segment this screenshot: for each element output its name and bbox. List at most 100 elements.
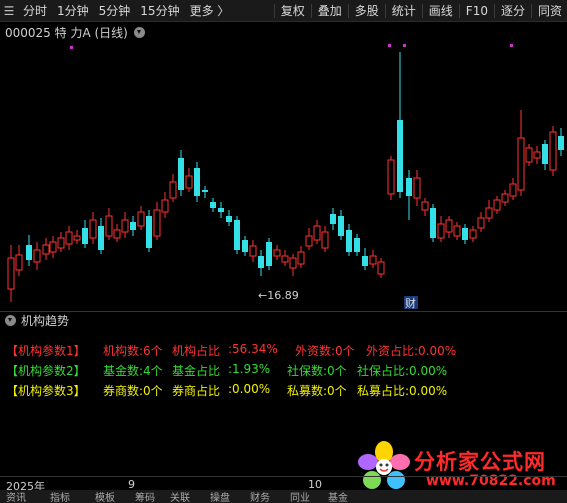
candle-body[interactable] — [57, 237, 65, 249]
candle-body[interactable] — [273, 249, 281, 257]
candle-body[interactable] — [462, 228, 468, 240]
overlay-button[interactable]: 叠加 — [313, 0, 347, 22]
candle-body[interactable] — [558, 136, 564, 150]
candle-body[interactable] — [305, 235, 313, 247]
candle-body[interactable] — [281, 255, 289, 263]
tab-related[interactable]: 关联 — [170, 490, 190, 503]
candle-body[interactable] — [330, 214, 336, 224]
candle-body[interactable] — [469, 229, 477, 239]
tab-trading[interactable]: 操盘 — [210, 490, 230, 503]
candle-body[interactable] — [234, 220, 240, 250]
candle-body[interactable] — [397, 120, 403, 192]
candle-body[interactable] — [533, 151, 541, 159]
candle-body[interactable] — [42, 244, 50, 255]
candle-body[interactable] — [15, 254, 23, 271]
candle-body[interactable] — [130, 222, 136, 230]
candle-body[interactable] — [377, 261, 385, 275]
event-marker[interactable] — [388, 44, 391, 47]
tab-chips[interactable]: 筹码 — [135, 490, 155, 503]
candle-body[interactable] — [242, 240, 248, 252]
candle-body[interactable] — [194, 168, 200, 196]
candle-body[interactable] — [169, 181, 177, 199]
event-marker[interactable] — [403, 44, 406, 47]
period-1min-button[interactable]: 1分钟 — [52, 0, 94, 22]
candle-body[interactable] — [210, 202, 216, 208]
period-5min-button[interactable]: 5分钟 — [94, 0, 136, 22]
title-dropdown-icon[interactable] — [133, 26, 145, 38]
candle-body[interactable] — [517, 137, 525, 191]
period-more-button[interactable]: 更多 〉 — [185, 0, 235, 22]
tab-finance[interactable]: 财务 — [250, 490, 270, 503]
candle-body[interactable] — [185, 175, 193, 189]
statistics-button[interactable]: 统计 — [387, 0, 421, 22]
same-capital-button[interactable]: 同资 — [533, 0, 567, 22]
candle-body[interactable] — [161, 199, 169, 213]
candle-body[interactable] — [453, 225, 461, 237]
candle-body[interactable] — [105, 215, 113, 237]
event-marker[interactable] — [510, 44, 513, 47]
candle-body[interactable] — [49, 241, 57, 253]
candle-body[interactable] — [346, 230, 352, 252]
candle-body[interactable] — [202, 190, 208, 192]
adjust-price-button[interactable]: 复权 — [276, 0, 310, 22]
candle-body[interactable] — [542, 144, 548, 164]
candle-body[interactable] — [493, 199, 501, 211]
candle-body[interactable] — [445, 219, 453, 233]
candle-body[interactable] — [89, 219, 97, 239]
tab-peers[interactable]: 同业 — [290, 490, 310, 503]
candle-body[interactable] — [413, 177, 421, 199]
candle-body[interactable] — [501, 193, 509, 203]
multi-stock-button[interactable]: 多股 — [350, 0, 384, 22]
candle-body[interactable] — [406, 178, 412, 196]
candle-body[interactable] — [354, 238, 360, 252]
candle-body[interactable] — [321, 231, 329, 249]
candle-body[interactable] — [525, 147, 533, 163]
period-intraday-button[interactable]: 分时 — [18, 0, 52, 22]
candle-body[interactable] — [146, 216, 152, 248]
candle-body[interactable] — [218, 208, 224, 212]
candle-body[interactable] — [421, 201, 429, 211]
candle-body[interactable] — [289, 257, 297, 269]
candle-body[interactable] — [362, 256, 368, 266]
candle-body[interactable] — [226, 216, 232, 222]
candle-body[interactable] — [485, 207, 493, 219]
candle-body[interactable] — [7, 257, 15, 290]
per-minute-button[interactable]: 逐分 — [496, 0, 530, 22]
f10-button[interactable]: F10 — [461, 0, 493, 22]
candle-body[interactable] — [137, 211, 145, 227]
tab-indicator[interactable]: 指标 — [50, 490, 70, 503]
candle-body[interactable] — [26, 245, 32, 260]
candlestick-chart[interactable]: ←16.89 财 — [0, 40, 567, 310]
candle-body[interactable] — [178, 158, 184, 190]
candle-body[interactable] — [113, 229, 121, 239]
candle-body[interactable] — [33, 249, 41, 263]
candle-body[interactable] — [549, 131, 557, 171]
candle-body[interactable] — [65, 231, 73, 245]
candle-body[interactable] — [509, 183, 517, 197]
candle-body[interactable] — [477, 217, 485, 229]
menu-icon[interactable]: ☰ — [0, 0, 18, 22]
candle-body[interactable] — [369, 255, 377, 265]
candle-body[interactable] — [266, 242, 272, 266]
candle-body[interactable] — [297, 251, 305, 265]
candle-body[interactable] — [98, 226, 104, 250]
draw-line-button[interactable]: 画线 — [424, 0, 458, 22]
candle-body[interactable] — [437, 223, 445, 239]
tab-template[interactable]: 模板 — [95, 490, 115, 503]
candle-body[interactable] — [153, 209, 161, 237]
event-marker[interactable] — [70, 46, 73, 49]
candle-body[interactable] — [258, 256, 264, 268]
candle-body[interactable] — [249, 245, 257, 257]
candle-body[interactable] — [313, 225, 321, 241]
tab-fund[interactable]: 基金 — [328, 490, 348, 503]
candle-body[interactable] — [387, 159, 395, 195]
candle-body[interactable] — [338, 216, 344, 236]
candle-body[interactable] — [121, 219, 129, 233]
candle-body[interactable] — [430, 208, 436, 238]
period-15min-button[interactable]: 15分钟 — [135, 0, 184, 22]
candle-body[interactable] — [82, 228, 88, 244]
tab-news[interactable]: 资讯 — [6, 490, 26, 503]
financial-report-badge[interactable]: 财 — [404, 296, 418, 310]
candle-body[interactable] — [73, 235, 81, 241]
collapse-icon[interactable] — [5, 315, 16, 326]
